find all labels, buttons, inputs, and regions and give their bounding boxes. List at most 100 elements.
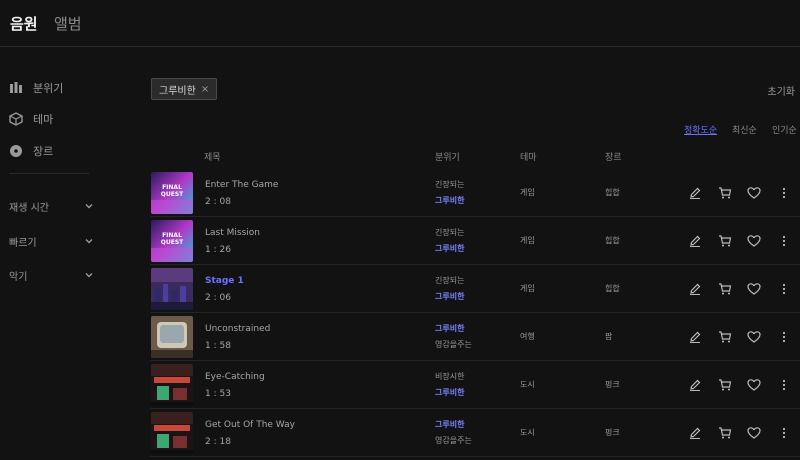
table-row[interactable]: FINAL QUEST Enter The Game 2 : 08 긴장되는 그루비한 게임… <box>150 169 800 217</box>
edit-button[interactable] <box>688 281 704 297</box>
favorite-button[interactable] <box>747 377 763 393</box>
mood-tag[interactable]: 그루비한 <box>435 291 464 302</box>
add-to-cart-button[interactable] <box>718 329 734 345</box>
genre-tag[interactable]: 힙합 <box>605 283 620 294</box>
theme-tag[interactable]: 게임 <box>520 235 535 246</box>
mood-tag[interactable]: 긴장되는 <box>435 275 464 286</box>
sort-latest[interactable]: 최신순 <box>732 123 757 136</box>
mood-tag[interactable]: 영감을주는 <box>435 435 472 446</box>
genre-tag[interactable]: 펑크 <box>605 427 620 438</box>
row-divider <box>150 456 800 457</box>
sidebar: 분위기 테마 장르 재생 시간 빠르기 악기 <box>0 46 110 460</box>
header-theme: 테마 <box>520 153 537 163</box>
reset-button[interactable]: 초기화 <box>767 83 795 98</box>
filter-instrument-toggle[interactable]: 악기 <box>9 266 94 284</box>
pencil-icon <box>688 233 702 252</box>
track-title[interactable]: Enter The Game <box>205 180 278 190</box>
track-title[interactable]: Last Mission <box>205 228 260 238</box>
more-button[interactable] <box>777 233 793 249</box>
favorite-button[interactable] <box>747 281 763 297</box>
table-row[interactable]: Stage 1 2 : 06 긴장되는 그루비한 게임 힙합 <box>150 265 800 313</box>
add-to-cart-button[interactable] <box>718 281 734 297</box>
sort-accuracy[interactable]: 정확도순 <box>684 123 717 136</box>
chip-label: 그루비한 <box>159 85 196 97</box>
album-art[interactable] <box>151 316 193 358</box>
add-to-cart-button[interactable] <box>718 185 734 201</box>
filter-tempo-toggle[interactable]: 빠르기 <box>9 232 94 250</box>
cart-icon <box>718 377 732 396</box>
genre-tag[interactable]: 펑크 <box>605 379 620 390</box>
add-to-cart-button[interactable] <box>718 377 734 393</box>
more-button[interactable] <box>777 185 793 201</box>
favorite-button[interactable] <box>747 185 763 201</box>
theme-tag[interactable]: 여행 <box>520 331 535 342</box>
cube-icon <box>9 112 23 126</box>
mood-tag[interactable]: 비장시한 <box>435 371 464 382</box>
sidebar-divider <box>9 173 89 174</box>
mood-tag[interactable]: 영감을주는 <box>435 339 472 350</box>
table-row[interactable]: Get Out Of The Way 2 : 18 그루비한영감을주는 도시 펑크 <box>150 409 800 457</box>
sidebar-item-genre[interactable]: 장르 <box>9 142 53 160</box>
track-duration: 2 : 18 <box>205 437 231 447</box>
edit-button[interactable] <box>688 425 704 441</box>
table-row[interactable]: Unconstrained 1 : 58 그루비한 영감을주는 여행 팝 <box>150 313 800 361</box>
bars-icon <box>10 82 22 93</box>
more-button[interactable] <box>777 329 793 345</box>
favorite-button[interactable] <box>747 233 763 249</box>
more-button[interactable] <box>777 377 793 393</box>
edit-button[interactable] <box>688 377 704 393</box>
album-art[interactable] <box>151 268 193 310</box>
theme-tag[interactable]: 게임 <box>520 187 535 198</box>
mood-tag[interactable]: 그루비한 <box>435 323 464 334</box>
track-title[interactable]: Stage 1 <box>205 276 244 286</box>
mood-tag[interactable]: 그루비한 <box>435 387 464 398</box>
filter-duration-toggle[interactable]: 재생 시간 <box>9 197 94 215</box>
track-title[interactable]: Eye-Catching <box>205 372 265 382</box>
svg-text:QUEST: QUEST <box>161 191 184 198</box>
more-button[interactable] <box>777 425 793 441</box>
sort-popular[interactable]: 인기순 <box>772 123 797 136</box>
mood-tag[interactable]: 그루비한 <box>435 195 464 206</box>
track-title[interactable]: Get Out Of The Way <box>205 420 295 430</box>
tab-albums[interactable]: 앨범 <box>54 13 82 34</box>
favorite-button[interactable] <box>747 329 763 345</box>
add-to-cart-button[interactable] <box>718 425 734 441</box>
album-art[interactable] <box>151 412 193 454</box>
pencil-icon <box>688 425 702 444</box>
filter-label: 악기 <box>9 271 28 283</box>
filter-label: 빠르기 <box>9 237 37 249</box>
pencil-icon <box>688 377 702 396</box>
sidebar-item-label: 분위기 <box>33 82 64 95</box>
edit-button[interactable] <box>688 185 704 201</box>
theme-tag[interactable]: 도시 <box>520 379 535 390</box>
mood-tag[interactable]: 그루비한 <box>435 419 464 430</box>
mood-tag[interactable]: 긴장되는 <box>435 227 464 238</box>
theme-tag[interactable]: 게임 <box>520 283 535 294</box>
mood-tag[interactable]: 그루비한 <box>435 243 464 254</box>
sidebar-item-theme[interactable]: 테마 <box>9 110 53 128</box>
album-art[interactable] <box>151 364 193 406</box>
theme-tag[interactable]: 도시 <box>520 427 535 438</box>
track-duration: 1 : 53 <box>205 389 231 399</box>
genre-tag[interactable]: 팝 <box>605 331 612 342</box>
tab-tracks[interactable]: 음원 <box>10 13 38 34</box>
album-art[interactable]: FINAL QUEST <box>151 220 193 262</box>
chevron-down-icon <box>85 204 93 209</box>
genre-tag[interactable]: 힙합 <box>605 187 620 198</box>
mood-tag[interactable]: 긴장되는 <box>435 179 464 190</box>
sidebar-item-mood[interactable]: 분위기 <box>9 79 63 97</box>
favorite-button[interactable] <box>747 425 763 441</box>
track-title[interactable]: Unconstrained <box>205 324 270 334</box>
active-filter-chip[interactable]: 그루비한 × <box>151 78 218 100</box>
table-row[interactable]: Eye-Catching 1 : 53 비장시한그루비한 도시 펑크 <box>150 361 800 409</box>
edit-button[interactable] <box>688 329 704 345</box>
genre-tag[interactable]: 힙합 <box>605 235 620 246</box>
remove-filter-icon[interactable]: × <box>201 84 209 95</box>
track-duration: 1 : 26 <box>205 245 231 255</box>
add-to-cart-button[interactable] <box>718 233 734 249</box>
more-button[interactable] <box>777 281 793 297</box>
edit-button[interactable] <box>688 233 704 249</box>
table-row[interactable]: FINAL QUEST Last Mission 1 : 26 긴장되는그루비한 게임 힙합 <box>150 217 800 265</box>
album-art[interactable]: FINAL QUEST <box>151 172 193 214</box>
sidebar-item-label: 테마 <box>33 113 54 126</box>
